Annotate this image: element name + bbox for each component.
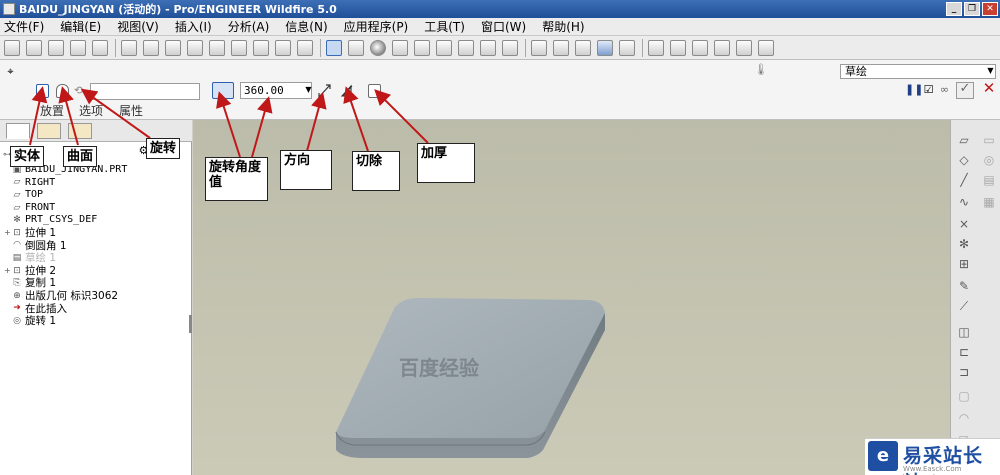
- annotation-solid: 实体: [10, 146, 45, 167]
- site-watermark: e 易采站长站 Www.Easck.Com Webmaster: [865, 438, 1000, 475]
- arrow-remove-material: [343, 86, 369, 152]
- annotation-remove-material: 切除: [352, 151, 400, 191]
- arrow-surface: [58, 86, 79, 146]
- annotation-thicken: 加厚: [417, 143, 475, 183]
- brand-logo-icon: e: [868, 441, 898, 471]
- annotation-revolve: 旋转: [146, 138, 181, 159]
- watermark-url: Www.Easck.Com Webmaster: [903, 465, 962, 475]
- annotation-surface: 曲面: [63, 146, 98, 167]
- annotation-direction: 方向: [280, 150, 332, 190]
- arrow-angle-value: [251, 96, 273, 158]
- arrow-angle-option: [216, 91, 241, 158]
- annotation-angle-value: 旋转角度值: [205, 157, 268, 201]
- annotation-arrows: [29, 86, 429, 158]
- arrow-revolve: [80, 88, 151, 139]
- arrow-thicken: [374, 89, 429, 144]
- arrow-solid: [29, 86, 48, 146]
- arrow-direction: [306, 92, 327, 152]
